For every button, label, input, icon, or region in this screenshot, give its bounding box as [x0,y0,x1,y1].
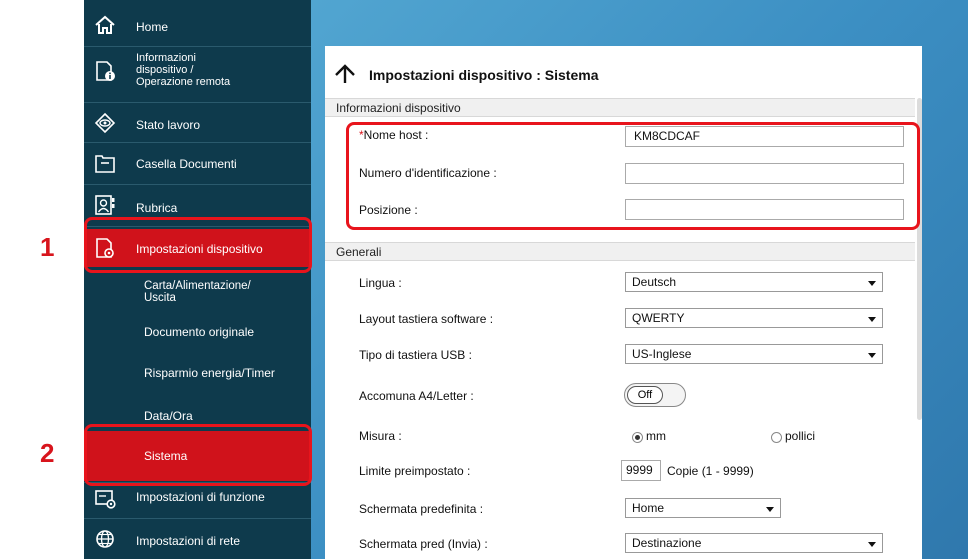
label-line: Uscita [144,292,176,304]
chevron-down-icon [868,353,876,358]
step-number: 1 [40,232,55,262]
section-header: Informazioni dispositivo [325,98,915,117]
selected-value: QWERTY [632,311,685,325]
language-label: Lingua : [359,276,402,290]
eye-diamond-icon [94,112,116,134]
sidebar-item-label: Home [136,20,169,34]
sidebar-item-label: Stato lavoro [136,118,201,132]
step-number: 2 [40,438,55,468]
sidebar-item-label: Data/Ora [144,409,193,423]
label-line: Carta/Alimentazione/ [144,280,251,292]
measure-label: Misura : [359,429,402,443]
device-info-icon [96,61,115,81]
keyboard-layout-select[interactable]: QWERTY [625,308,883,328]
divider [84,142,311,143]
usb-keyboard-select[interactable]: US-Inglese [625,344,883,364]
sidebar-item-document-box[interactable]: Casella Documenti [84,144,311,182]
radio-inch-label: pollici [785,429,816,443]
label-line: Informazioni [136,52,196,64]
divider [84,184,311,185]
sidebar-item-address-book[interactable]: Rubrica [84,186,311,224]
radio-mm-label: mm [646,429,666,443]
sidebar-item-label: Informazioni dispositivo / Operazione re… [136,52,230,88]
host-name-field[interactable]: KM8CDCAF [625,126,904,147]
home-icon [95,15,115,34]
sidebar-item-device-info[interactable]: Informazioni dispositivo / Operazione re… [84,48,311,100]
label-text: Nome host : [363,128,429,142]
sidebar-item-label: Risparmio energia/Timer [144,366,275,380]
address-book-icon [95,195,115,215]
sidebar-item-job-status[interactable]: Stato lavoro [84,104,311,142]
sidebar-item-label: Casella Documenti [136,157,237,171]
selected-value: Home [632,501,665,515]
page-title: Impostazioni dispositivo : Sistema [369,67,599,83]
chevron-down-icon [868,542,876,547]
label-line: dispositivo / [136,64,194,76]
limit-field[interactable]: 9999 [621,460,661,481]
sidebar-subitem-date-time[interactable]: Data/Ora [84,401,311,431]
sidebar-item-label: Carta/Alimentazione/ Uscita [144,280,251,304]
default-screen-select[interactable]: Home [625,498,781,518]
usb-keyboard-label: Tipo di tastiera USB : [359,348,472,362]
default-send-label: Schermata pred (Invia) : [359,537,488,551]
location-label: Posizione : [359,203,418,217]
scrollbar[interactable] [917,98,922,420]
default-send-select[interactable]: Destinazione [625,533,883,553]
function-settings-icon [95,490,116,509]
divider [84,518,311,519]
id-number-label: Numero d'identificazione : [359,166,497,180]
sidebar-item-home[interactable]: Home [84,6,311,44]
sidebar-item-label: Sistema [144,449,188,463]
sidebar-item-function-settings[interactable]: Impostazioni di funzione [84,484,311,516]
a4-letter-toggle[interactable]: Off [624,383,686,407]
arrow-up-icon[interactable] [334,64,356,84]
radio-mm[interactable] [632,432,643,443]
chevron-down-icon [868,281,876,286]
sidebar-item-device-settings[interactable]: Impostazioni dispositivo [84,229,311,267]
language-select[interactable]: Deutsch [625,272,883,292]
sidebar-subitem-system[interactable]: Sistema [84,431,311,481]
page-header: Impostazioni dispositivo : Sistema [325,46,922,94]
sidebar-subitem-energy-saver[interactable]: Risparmio energia/Timer [84,361,311,391]
sidebar-subitem-original[interactable]: Documento originale [84,318,311,348]
chevron-down-icon [766,507,774,512]
location-field[interactable] [625,199,904,220]
divider [84,102,311,103]
toggle-knob: Off [627,386,663,404]
id-number-field[interactable] [625,163,904,184]
sidebar: Home Informazioni dispositivo / Operazio… [84,0,311,559]
section-header: Generali [325,242,915,261]
selected-value: Destinazione [632,536,702,550]
globe-network-icon [96,530,114,548]
host-name-label: *Nome host : [359,128,428,142]
selected-value: Deutsch [632,275,677,289]
chevron-down-icon [868,317,876,322]
selected-value: US-Inglese [632,347,692,361]
sidebar-item-label: Documento originale [144,325,255,339]
folder-box-icon [95,155,115,173]
sidebar-item-network-settings[interactable]: Impostazioni di rete [84,520,311,558]
default-screen-label: Schermata predefinita : [359,502,484,516]
divider [84,46,311,47]
limit-label: Limite preimpostato : [359,464,471,478]
device-settings-icon [96,238,114,258]
radio-inch[interactable] [771,432,782,443]
sidebar-item-label: Impostazioni di funzione [136,490,265,504]
divider [84,482,311,483]
settings-panel: Impostazioni dispositivo : Sistema Infor… [325,46,922,559]
divider [84,226,311,227]
label-line: Operazione remota [136,76,231,88]
sidebar-item-label: Impostazioni dispositivo [136,242,263,256]
sidebar-subitem-paper-feed[interactable]: Carta/Alimentazione/ Uscita [84,274,311,314]
keyboard-layout-label: Layout tastiera software : [359,312,494,326]
a4-letter-label: Accomuna A4/Letter : [359,389,474,403]
sidebar-item-label: Impostazioni di rete [136,534,241,548]
limit-unit: Copie (1 - 9999) [667,464,754,478]
sidebar-item-label: Rubrica [136,201,178,215]
